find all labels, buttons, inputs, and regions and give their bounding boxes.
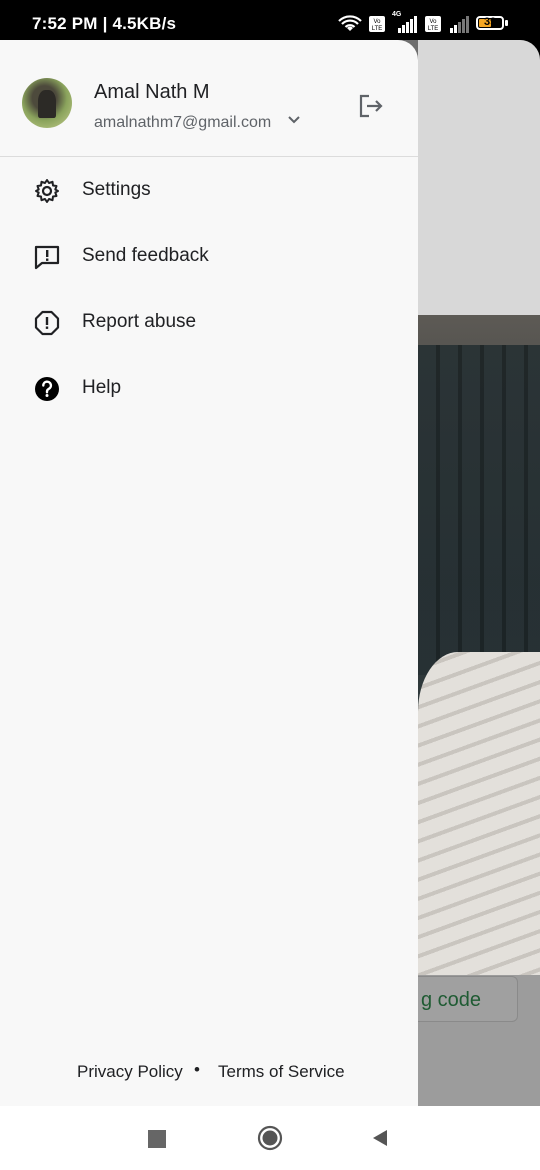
gear-icon — [35, 179, 59, 203]
menu-item-help[interactable]: Help — [0, 356, 418, 422]
menu-item-report-abuse[interactable]: Report abuse — [0, 290, 418, 356]
camera-window-bars — [418, 345, 540, 675]
feedback-icon — [34, 245, 60, 270]
account-name: Amal Nath M — [94, 81, 210, 103]
status-time: 7:52 PM | 4.5KB/s — [32, 14, 177, 33]
chevron-down-icon[interactable] — [286, 112, 302, 128]
avatar[interactable] — [22, 78, 72, 128]
bg-top-area — [418, 40, 540, 315]
menu-label-settings: Settings — [82, 179, 151, 200]
recents-button[interactable] — [148, 1130, 166, 1148]
signal-4g-icon: 4G — [392, 11, 418, 34]
status-icons: Vo LTE 4G Vo LTE 39 — [338, 11, 510, 36]
menu-label-send-feedback: Send feedback — [82, 245, 209, 266]
footer-separator: • — [194, 1060, 200, 1079]
sign-out-icon[interactable] — [358, 93, 384, 119]
camera-foreground-object — [418, 652, 540, 982]
volte-icon-2: Vo LTE — [425, 16, 441, 32]
menu-item-settings[interactable]: Settings — [0, 158, 418, 224]
battery-icon: 39 — [476, 15, 510, 33]
back-button[interactable] — [371, 1129, 389, 1147]
menu-label-report-abuse: Report abuse — [82, 311, 197, 332]
wifi-icon — [338, 15, 362, 31]
drawer-menu: Settings Send feedback Report abuse Help — [0, 158, 418, 422]
battery-level: 39 — [484, 16, 497, 28]
help-icon — [35, 377, 59, 401]
volte-icon: Vo LTE — [369, 16, 385, 32]
home-button[interactable] — [257, 1125, 283, 1151]
signal-weak-icon — [450, 16, 469, 33]
account-email: amalnathm7@gmail.com — [94, 114, 272, 131]
svg-text:Vo: Vo — [429, 19, 437, 25]
menu-label-help: Help — [82, 377, 122, 398]
svg-text:LTE: LTE — [428, 26, 439, 32]
privacy-policy-link[interactable]: Privacy Policy — [77, 1062, 183, 1082]
system-navigation-bar — [0, 1106, 540, 1170]
svg-text:LTE: LTE — [372, 26, 383, 32]
report-icon — [34, 310, 60, 336]
drawer-footer: Privacy Policy • Terms of Service — [0, 1060, 418, 1084]
svg-text:Vo: Vo — [373, 19, 381, 25]
terms-of-service-link[interactable]: Terms of Service — [218, 1062, 345, 1082]
navigation-drawer: Amal Nath M amalnathm7@gmail.com Setting… — [0, 40, 418, 1106]
account-header[interactable]: Amal Nath M amalnathm7@gmail.com — [0, 40, 418, 157]
menu-item-send-feedback[interactable]: Send feedback — [0, 224, 418, 290]
